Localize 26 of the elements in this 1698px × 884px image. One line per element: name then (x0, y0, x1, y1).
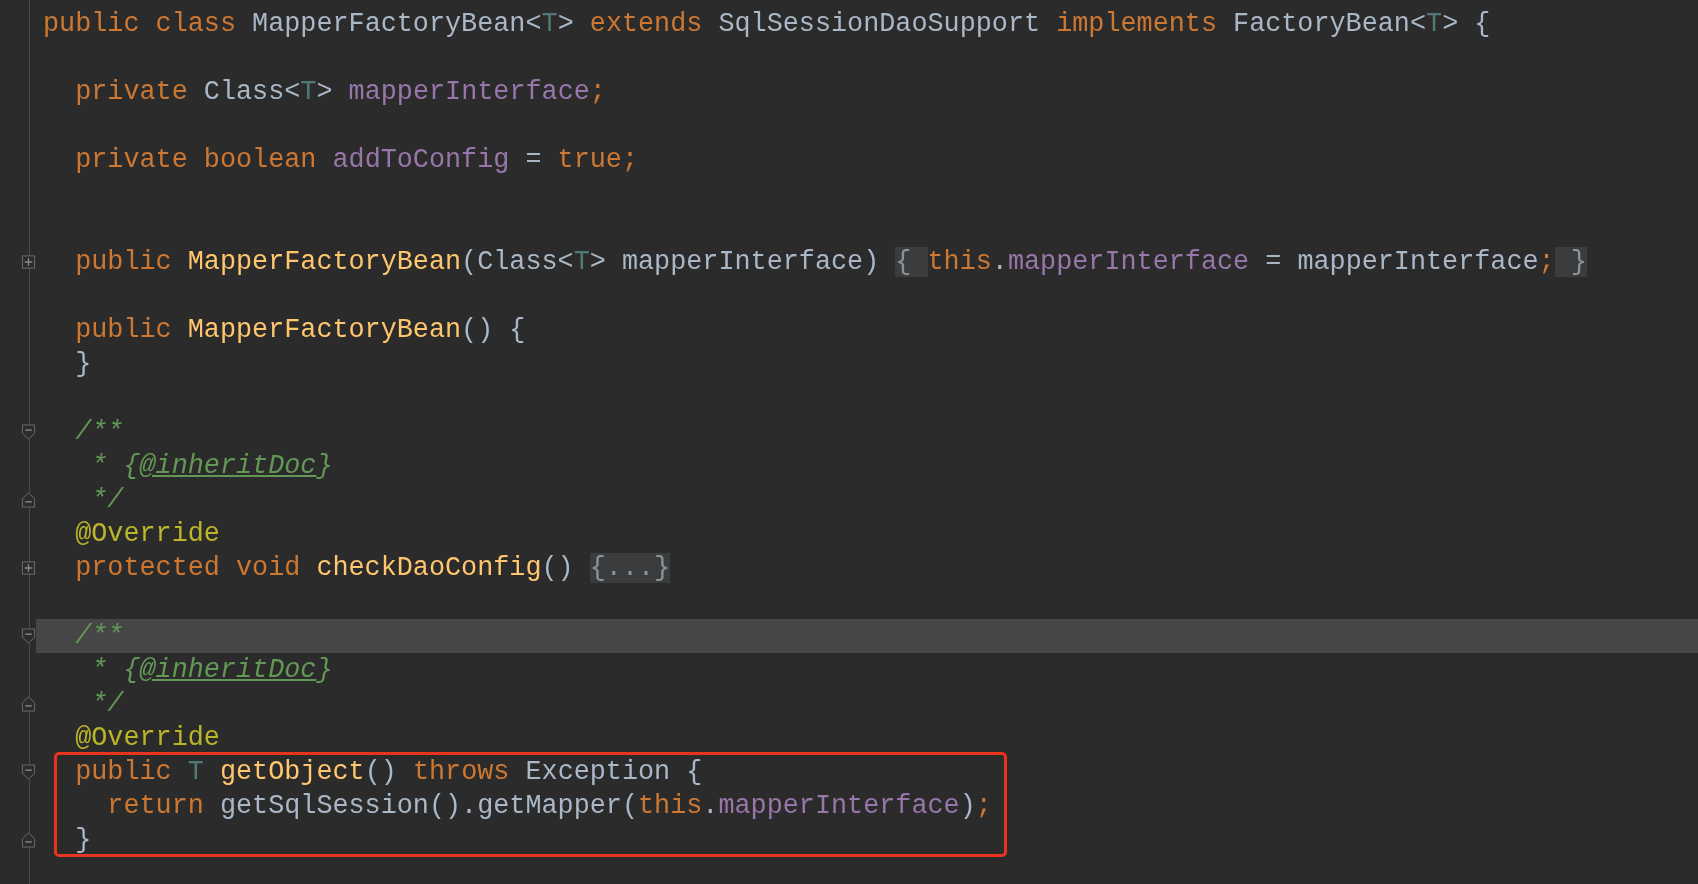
code-line: public class MapperFactoryBean<T> extends SqlSessionDaoSupport implements FactoryBean<T> { (42, 8, 1491, 41)
code-line: private boolean addToConfig = true; (74, 144, 638, 177)
code-line: return getSqlSession().getMapper(this.mapperInterface); (106, 790, 992, 823)
collapse-icon[interactable] (21, 423, 36, 441)
code-line: } (74, 824, 92, 857)
code-line: /** (74, 416, 124, 449)
code-line: public MapperFactoryBean(Class<T> mapperInterface) { this.mapperInterface = mapperInterface; } (74, 246, 1587, 279)
code-line: */ (90, 688, 124, 721)
code-line: public T getObject() throws Exception { (74, 756, 703, 789)
code-line: protected void checkDaoConfig() {...} (74, 552, 671, 585)
code-line: } (74, 348, 92, 381)
collapse-icon[interactable] (21, 627, 36, 645)
code-line: /** (74, 620, 124, 653)
expand-icon[interactable] (21, 560, 36, 576)
code-line: @Override (74, 518, 220, 551)
collapse-icon[interactable] (21, 831, 36, 849)
code-line: @Override (74, 722, 220, 755)
code-line: * {@inheritDoc} (90, 654, 333, 687)
code-line: */ (90, 484, 124, 517)
code-line: private Class<T> mapperInterface; (74, 76, 606, 109)
code-line: public MapperFactoryBean() { (74, 314, 526, 347)
collapse-icon[interactable] (21, 695, 36, 713)
collapse-icon[interactable] (21, 763, 36, 781)
collapse-icon[interactable] (21, 491, 36, 509)
expand-icon[interactable] (21, 254, 36, 270)
code-line: * {@inheritDoc} (90, 450, 333, 483)
